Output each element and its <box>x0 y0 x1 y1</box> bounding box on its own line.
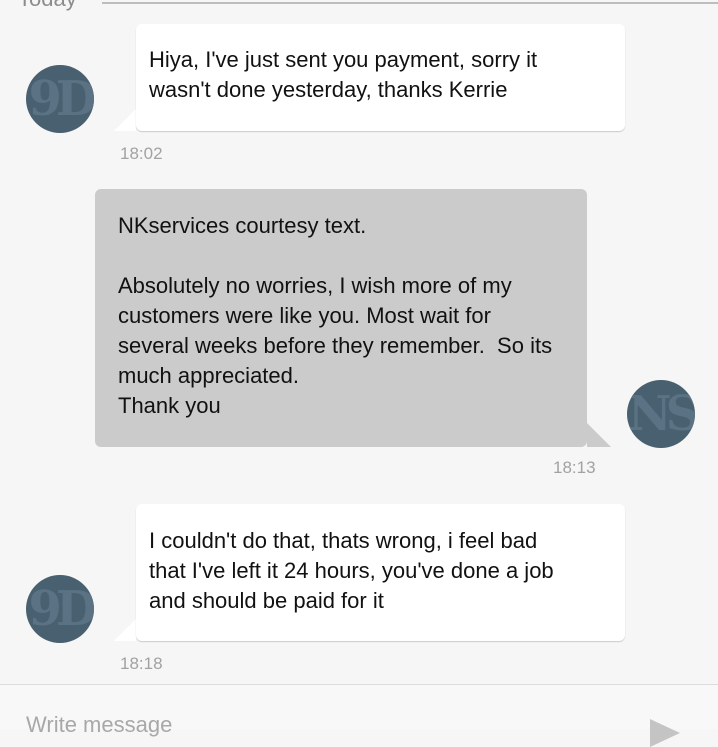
bubble-tail <box>114 109 136 131</box>
contact-avatar[interactable]: 9D <box>26 65 94 133</box>
date-divider-line <box>102 2 718 4</box>
message-timestamp: 18:02 <box>120 144 163 163</box>
incoming-message-bubble[interactable]: Hiya, I've just sent you payment, sorry … <box>136 24 625 131</box>
own-avatar[interactable]: NS <box>627 380 695 448</box>
bubble-tail <box>587 423 611 447</box>
date-divider-label: Today <box>18 0 77 12</box>
contact-avatar[interactable]: 9D <box>26 575 94 643</box>
message-timestamp: 18:13 <box>553 458 596 477</box>
avatar-monogram: 9D <box>28 71 94 127</box>
bubble-tail <box>114 619 136 641</box>
outgoing-message-bubble[interactable]: NKservices courtesy text. Absolutely no … <box>95 189 587 447</box>
message-timestamp: 18:18 <box>120 654 163 673</box>
incoming-message-bubble[interactable]: I couldn't do that, thats wrong, i feel … <box>136 504 625 641</box>
avatar-monogram: NS <box>627 386 695 442</box>
send-icon[interactable] <box>650 719 680 747</box>
date-divider: Today <box>0 0 718 16</box>
message-composer <box>0 684 718 747</box>
avatar-monogram: 9D <box>28 581 94 637</box>
message-input[interactable] <box>24 709 628 741</box>
